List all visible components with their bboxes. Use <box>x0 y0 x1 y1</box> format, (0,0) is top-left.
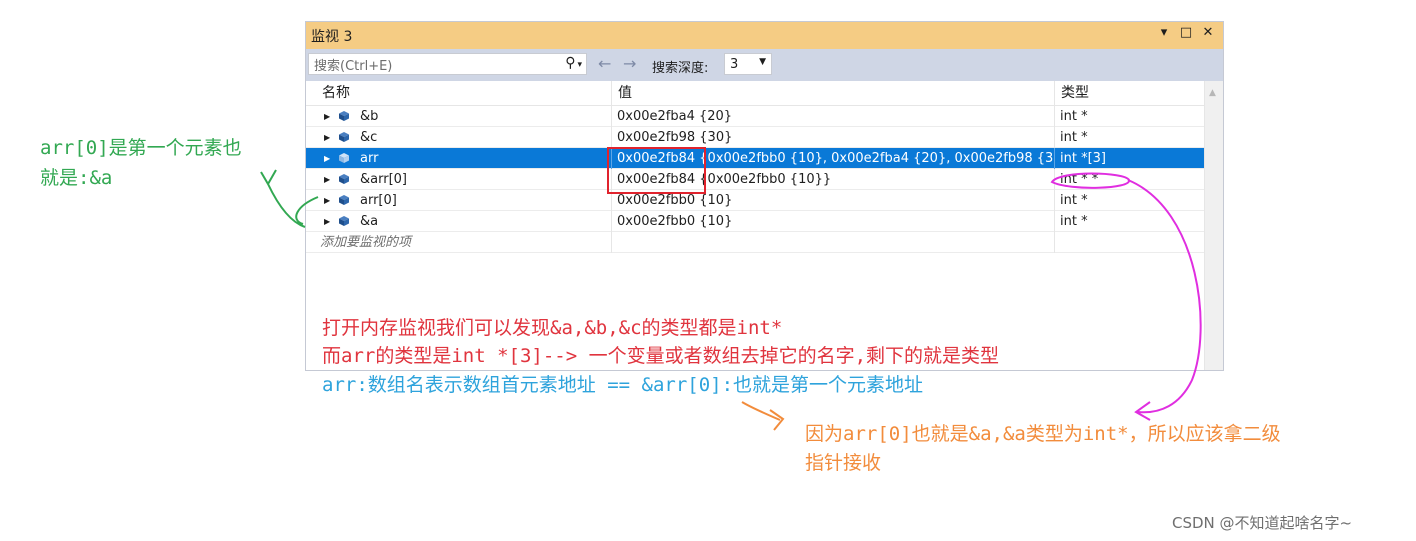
back-arrow-icon[interactable]: ← <box>598 54 611 73</box>
search-icons: ⚲ ▾ <box>565 55 582 75</box>
row-type: int * <box>1060 213 1088 229</box>
row-type: int * * <box>1060 171 1099 187</box>
expand-arrow-icon[interactable]: ▶ <box>324 190 334 211</box>
watch-row[interactable]: ▶ &arr[0] 0x00e2fb84 {0x00e2fbb0 {10}} i… <box>306 168 1223 190</box>
search-placeholder: 搜索(Ctrl+E) <box>314 58 393 74</box>
column-header-type[interactable]: 类型 <box>1055 81 1202 105</box>
watch-row-selected[interactable]: ▶ arr 0x00e2fb84 {0x00e2fbb0 {10}, 0x00e… <box>306 147 1223 169</box>
variable-cube-icon <box>339 111 349 121</box>
grid-header: 名称 值 类型 <box>306 81 1223 106</box>
search-depth-select[interactable]: 3 ▼ <box>724 53 772 75</box>
annotation-red-line2: 而arr的类型是int *[3]--> 一个变量或者数组去掉它的名字,剩下的就是… <box>322 345 1000 367</box>
search-depth-value: 3 <box>730 56 739 72</box>
row-type: int * <box>1060 129 1088 145</box>
search-depth-label: 搜索深度: <box>652 61 709 76</box>
watch-row[interactable]: ▶ &c 0x00e2fb98 {30} int * <box>306 126 1223 148</box>
close-icon[interactable]: ✕ <box>1201 25 1215 40</box>
scroll-up-arrow-icon[interactable]: ▲ <box>1209 88 1216 98</box>
column-header-value[interactable]: 值 <box>612 81 1055 105</box>
row-name: &a <box>360 213 379 229</box>
annotation-green-line1: arr[0]是第一个元素也 <box>40 137 242 159</box>
row-type: int * <box>1060 192 1088 208</box>
dropdown-icon[interactable]: ▾ <box>1157 25 1171 40</box>
row-name: &arr[0] <box>360 171 407 187</box>
maximize-icon[interactable]: □ <box>1179 25 1193 40</box>
variable-cube-icon <box>339 174 349 184</box>
expand-arrow-icon[interactable]: ▶ <box>324 127 334 148</box>
chevron-down-icon: ▼ <box>759 57 766 67</box>
vertical-scrollbar[interactable]: ▲ <box>1204 81 1223 370</box>
annotation-blue-line: arr:数组名表示数组首元素地址 == &arr[0]:也就是第一个元素地址 <box>322 374 924 396</box>
add-watch-item-row[interactable]: 添加要监视的项 <box>306 231 1223 253</box>
row-type: int * <box>1060 108 1088 124</box>
row-name: &b <box>360 108 379 124</box>
window-controls: ▾ □ ✕ <box>1157 25 1215 40</box>
search-input[interactable]: 搜索(Ctrl+E) ⚲ ▾ <box>308 53 587 75</box>
row-value: 0x00e2fba4 {20} <box>612 105 1055 127</box>
add-watch-item-text[interactable]: 添加要监视的项 <box>306 231 612 253</box>
watch-row[interactable]: ▶ &a 0x00e2fbb0 {10} int * <box>306 210 1223 232</box>
annotation-red-line1: 打开内存监视我们可以发现&a,&b,&c的类型都是int* <box>322 317 783 339</box>
variable-cube-icon <box>339 132 349 142</box>
row-name: arr <box>360 150 379 166</box>
address-highlight-box <box>607 147 706 194</box>
watch-toolbar: 搜索(Ctrl+E) ⚲ ▾ ← → 搜索深度: 3 ▼ <box>306 49 1223 81</box>
orange-arrow-stroke <box>741 401 785 431</box>
watch-row[interactable]: ▶ arr[0] 0x00e2fbb0 {10} int * <box>306 189 1223 211</box>
column-header-name[interactable]: 名称 <box>306 81 612 105</box>
annotation-green-line2: 就是:&a <box>40 167 113 189</box>
expand-arrow-icon[interactable]: ▶ <box>324 211 334 232</box>
row-value: 0x00e2fbb0 {10} <box>612 210 1055 232</box>
expand-arrow-icon[interactable]: ▶ <box>324 148 334 169</box>
csdn-watermark: CSDN @不知道起啥名字~ <box>1172 514 1353 532</box>
watch-title-bar[interactable]: 监视 3 ▾ □ ✕ <box>306 22 1223 49</box>
variable-cube-icon <box>339 195 349 205</box>
watch-title: 监视 3 <box>311 28 353 45</box>
row-type: int *[3] <box>1060 150 1106 166</box>
annotation-orange-line2: 指针接收 <box>805 452 882 474</box>
row-name: arr[0] <box>360 192 397 208</box>
row-value: 0x00e2fb98 {30} <box>612 126 1055 148</box>
variable-cube-icon <box>339 153 349 163</box>
variable-cube-icon <box>339 216 349 226</box>
annotation-orange-line1: 因为arr[0]也就是&a,&a类型为int*，所以应该拿二级 <box>805 423 1281 445</box>
search-options-chevron-icon[interactable]: ▾ <box>577 55 582 75</box>
expand-arrow-icon[interactable]: ▶ <box>324 106 334 127</box>
expand-arrow-icon[interactable]: ▶ <box>324 169 334 190</box>
forward-arrow-icon[interactable]: → <box>623 54 636 73</box>
search-icon[interactable]: ⚲ <box>565 55 575 75</box>
row-name: &c <box>360 129 378 145</box>
watch-row[interactable]: ▶ &b 0x00e2fba4 {20} int * <box>306 105 1223 127</box>
